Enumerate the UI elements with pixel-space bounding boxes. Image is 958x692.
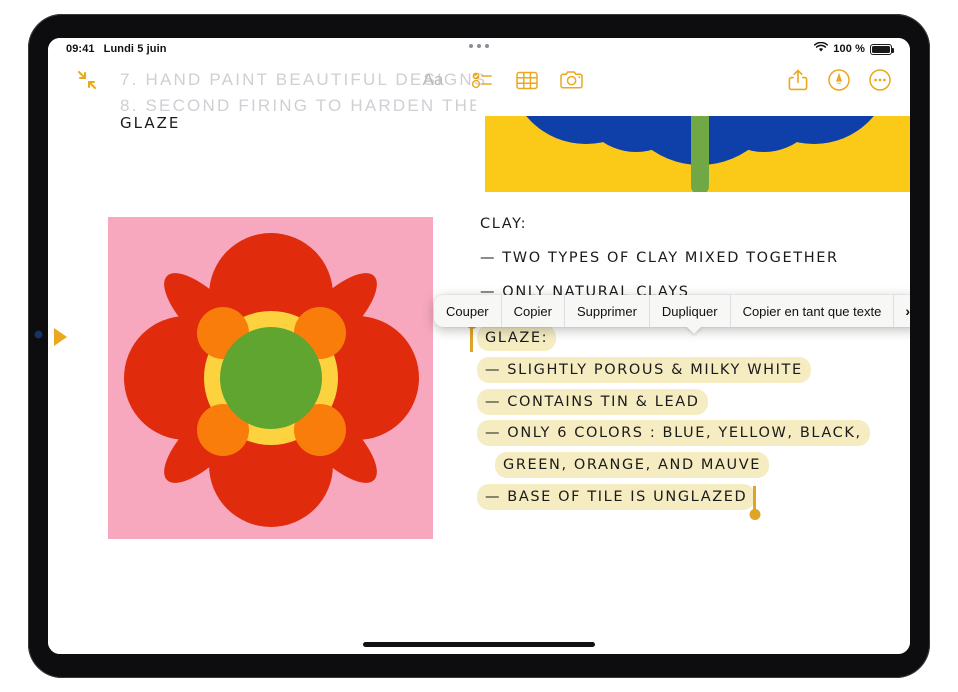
battery-icon [870,43,894,55]
context-menu-pointer [686,326,702,334]
context-menu-more-chevron-icon[interactable]: › [894,295,910,327]
status-time: 09:41 [66,43,95,55]
glaze-heading-text: GLAZE: [480,328,554,348]
glaze-item-3-text: — ONLY 6 COLORS : BLUE, YELLOW, BLACK, [480,423,867,443]
glaze-item-4-text: GREEN, ORANGE, AND MAUVE [498,455,767,475]
camera-icon[interactable] [554,64,590,96]
ipad-screen: 09:41 Lundi 5 juin 100 % 7. HAND PAINT B… [48,38,910,654]
faded-note-line-2: 8. SECOND FIRING TO HARDEN THE [120,96,483,115]
compose-icon[interactable] [904,64,910,96]
clay-heading: CLAY: [480,216,528,232]
text-context-menu[interactable]: Couper Copier Supprimer Dupliquer Copier… [434,295,910,327]
markup-pen-icon[interactable] [822,64,856,96]
context-menu-item-dupliquer[interactable]: Dupliquer [650,295,731,327]
glaze-item-5: — BASE OF TILE IS UNGLAZED [480,487,753,507]
glaze-heading: GLAZE: [480,328,554,348]
selection-end-handle[interactable] [749,486,760,520]
play-triangle-marker[interactable] [54,328,67,346]
ipad-device-frame: 09:41 Lundi 5 juin 100 % 7. HAND PAINT B… [28,14,930,678]
glaze-item-3: — ONLY 6 COLORS : BLUE, YELLOW, BLACK, [480,423,867,443]
flower-tile-drawing[interactable] [108,217,433,539]
front-camera-sensor [35,331,42,338]
collapse-arrows-icon[interactable] [70,64,104,96]
more-ellipsis-icon[interactable] [863,64,897,96]
wifi-icon [814,41,829,56]
share-icon[interactable] [781,64,815,96]
status-bar: 09:41 Lundi 5 juin 100 % [48,38,910,60]
glaze-item-5-text: — BASE OF TILE IS UNGLAZED [480,487,753,507]
context-menu-item-copier-en-tant-que-texte[interactable]: Copier en tant que texte [731,295,895,327]
glaze-item-1-text: — SLIGHTLY POROUS & MILKY WHITE [480,360,808,380]
context-menu-item-supprimer[interactable]: Supprimer [565,295,650,327]
glaze-item-1: — SLIGHTLY POROUS & MILKY WHITE [480,360,808,380]
status-bar-left: 09:41 Lundi 5 juin [66,43,167,55]
selection-start-handle[interactable] [466,318,477,352]
left-glaze-heading: GLAZE [120,114,181,132]
blue-yellow-tile-drawing[interactable] [476,98,910,192]
status-bar-right: 100 % [814,41,894,56]
status-date: Lundi 5 juin [103,43,167,55]
glaze-item-2: — CONTAINS TIN & LEAD [480,392,705,412]
glaze-item-2-text: — CONTAINS TIN & LEAD [480,392,705,412]
checklist-icon[interactable] [466,64,500,96]
context-menu-item-copier[interactable]: Copier [502,295,565,327]
battery-percentage: 100 % [833,43,865,55]
home-indicator[interactable] [363,642,595,647]
table-icon[interactable] [510,64,544,96]
glaze-item-4: GREEN, ORANGE, AND MAUVE [498,455,767,475]
note-canvas[interactable]: 09:41 Lundi 5 juin 100 % 7. HAND PAINT B… [48,38,910,654]
text-format-button[interactable]: Aa [416,64,450,96]
multitask-dots-icon[interactable] [469,44,489,48]
context-menu-item-couper[interactable]: Couper [434,295,502,327]
clay-item-1: — TWO TYPES OF CLAY MIXED TOGETHER [480,250,839,266]
